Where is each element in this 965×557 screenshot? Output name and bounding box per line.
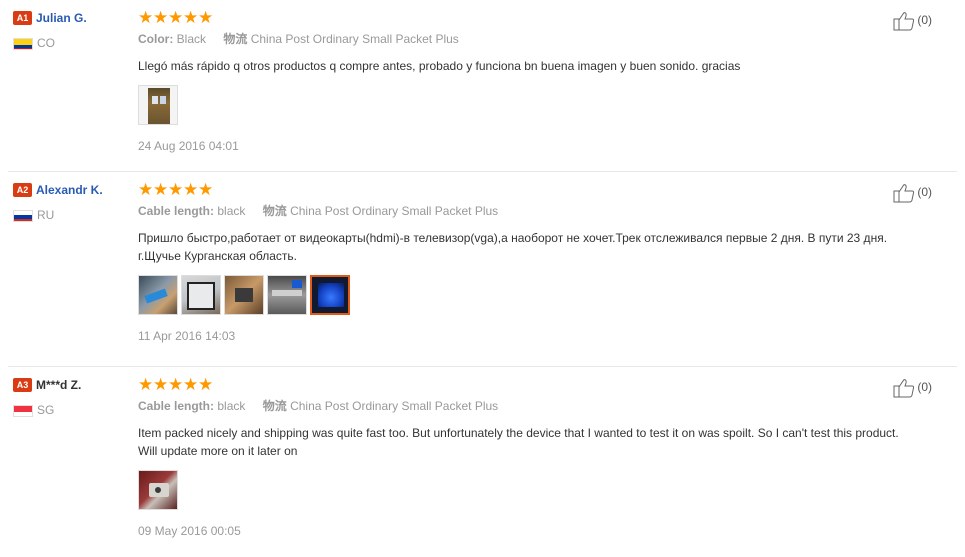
review-item: A1 Julian G. CO ★★★★★ Color: Black 物流 Chi… — [0, 0, 965, 172]
review-photo-thumbnail[interactable] — [138, 470, 178, 510]
review-date: 09 May 2016 00:05 — [138, 524, 241, 538]
shipping-key: 物流 — [262, 204, 287, 218]
attribute-value: black — [217, 204, 246, 218]
buyer-name-link[interactable]: Julian G. — [36, 11, 87, 25]
buyer-level-badge: A2 — [13, 182, 32, 197]
buyer-name-link[interactable]: Alexandr K. — [36, 183, 103, 197]
helpful-count: (0) — [917, 13, 932, 27]
order-attributes: Color: Black 物流 China Post Ordinary Smal… — [138, 32, 938, 46]
star-icon: ★ — [198, 375, 214, 394]
helpful-count: (0) — [917, 380, 932, 394]
thumbs-up-icon[interactable] — [893, 378, 915, 398]
star-rating: ★★★★★ — [138, 9, 938, 26]
shipping-key: 物流 — [223, 32, 248, 46]
order-attributes: Cable length: black 物流 China Post Ordina… — [138, 204, 938, 218]
shipping-value: China Post Ordinary Small Packet Plus — [290, 204, 499, 218]
review-text: Llegó más rápido q otros productos q com… — [138, 59, 741, 73]
review-photos — [138, 470, 938, 512]
colombia-flag-icon — [13, 37, 33, 50]
shipping-key: 物流 — [262, 399, 287, 413]
review-photos — [138, 275, 938, 317]
star-icon: ★ — [168, 180, 184, 199]
order-attributes: Cable length: black 物流 China Post Ordina… — [138, 399, 938, 413]
review-content: ★★★★★ Color: Black 物流 China Post Ordinar… — [138, 9, 938, 153]
star-rating: ★★★★★ — [138, 376, 938, 393]
thumbs-up-icon[interactable] — [893, 11, 915, 31]
star-icon: ★ — [183, 180, 199, 199]
buyer-level-badge: A1 — [13, 10, 32, 25]
attribute-key: Cable length: — [138, 204, 215, 218]
helpful-vote[interactable]: (0) — [893, 182, 932, 203]
star-icon: ★ — [153, 180, 169, 199]
review-text: Пришло быстро,работает от видеокарты(hdm… — [138, 231, 888, 263]
star-icon: ★ — [183, 375, 199, 394]
helpful-vote[interactable]: (0) — [893, 10, 932, 31]
review-item: A2 Alexandr K. RU ★★★★★ Cable length: bla… — [0, 172, 965, 367]
review-photo-thumbnail[interactable] — [181, 275, 221, 315]
helpful-count: (0) — [917, 185, 932, 199]
star-icon: ★ — [183, 8, 199, 27]
buyer-country: RU — [13, 208, 133, 222]
star-icon: ★ — [198, 180, 214, 199]
star-icon: ★ — [138, 375, 154, 394]
buyer-info: A2 Alexandr K. RU — [13, 182, 133, 222]
review-photo-thumbnail[interactable] — [138, 85, 178, 125]
review-content: ★★★★★ Cable length: black 物流 China Post … — [138, 181, 938, 343]
review-content: ★★★★★ Cable length: black 物流 China Post … — [138, 376, 938, 538]
attribute-value: black — [217, 399, 246, 413]
thumbs-up-icon[interactable] — [893, 183, 915, 203]
country-code: SG — [37, 402, 55, 417]
attribute-key: Color: — [138, 32, 174, 46]
russia-flag-icon — [13, 209, 33, 222]
star-icon: ★ — [168, 8, 184, 27]
review-date: 11 Apr 2016 14:03 — [138, 329, 236, 343]
buyer-level-badge: A3 — [13, 377, 32, 392]
singapore-flag-icon — [13, 404, 33, 417]
buyer-info: A1 Julian G. CO — [13, 10, 133, 50]
helpful-vote[interactable]: (0) — [893, 377, 932, 398]
review-item: A3 M***d Z. SG ★★★★★ Cable length: black … — [0, 367, 965, 557]
review-photo-thumbnail[interactable] — [310, 275, 350, 315]
star-icon: ★ — [168, 375, 184, 394]
star-icon: ★ — [138, 8, 154, 27]
star-rating: ★★★★★ — [138, 181, 938, 198]
buyer-country: SG — [13, 403, 133, 417]
buyer-name: M***d Z. — [36, 377, 82, 392]
country-code: CO — [37, 35, 55, 50]
star-icon: ★ — [153, 8, 169, 27]
star-icon: ★ — [153, 375, 169, 394]
review-photo-thumbnail[interactable] — [224, 275, 264, 315]
review-photos — [138, 85, 938, 127]
shipping-value: China Post Ordinary Small Packet Plus — [290, 399, 499, 413]
review-date: 24 Aug 2016 04:01 — [138, 139, 239, 153]
star-icon: ★ — [138, 180, 154, 199]
attribute-value: Black — [176, 32, 207, 46]
buyer-info: A3 M***d Z. SG — [13, 377, 133, 417]
buyer-country: CO — [13, 36, 133, 50]
star-icon: ★ — [198, 8, 214, 27]
country-code: RU — [37, 207, 55, 222]
attribute-key: Cable length: — [138, 399, 215, 413]
review-photo-thumbnail[interactable] — [138, 275, 178, 315]
review-photo-thumbnail[interactable] — [267, 275, 307, 315]
shipping-value: China Post Ordinary Small Packet Plus — [250, 32, 459, 46]
review-text: Item packed nicely and shipping was quit… — [138, 426, 899, 458]
